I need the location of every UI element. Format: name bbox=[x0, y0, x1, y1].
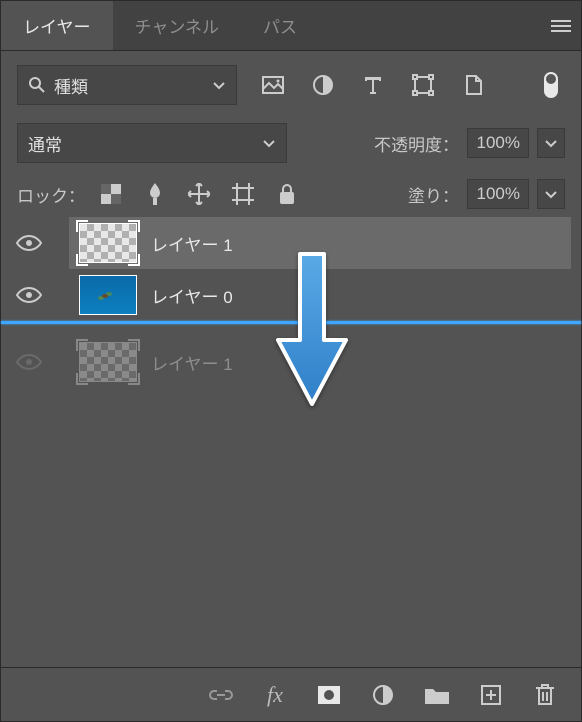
blend-mode-label: 通常 bbox=[28, 131, 262, 156]
eye-icon bbox=[16, 353, 42, 371]
layer-body: レイヤー 1 bbox=[69, 336, 571, 388]
fill-dropdown-button[interactable] bbox=[537, 179, 565, 209]
opacity-value[interactable]: 100% bbox=[467, 128, 529, 158]
layer-thumbnail[interactable] bbox=[79, 275, 137, 315]
lock-icons bbox=[97, 180, 301, 208]
link-layers-icon[interactable] bbox=[207, 681, 235, 709]
filter-kind-dropdown[interactable]: 種類 bbox=[17, 65, 237, 105]
group-icon[interactable] bbox=[423, 681, 451, 709]
filter-smartobject-icon[interactable] bbox=[459, 71, 487, 99]
panel-menu-button[interactable] bbox=[541, 1, 581, 50]
trash-icon[interactable] bbox=[531, 681, 559, 709]
layer-thumbnail[interactable] bbox=[79, 342, 137, 382]
tab-paths[interactable]: パス bbox=[241, 1, 319, 50]
layer-style-icon[interactable]: fx bbox=[261, 681, 289, 709]
opacity-label: 不透明度： bbox=[374, 131, 459, 156]
eye-icon bbox=[16, 234, 42, 252]
layer-thumbnail[interactable] bbox=[79, 223, 137, 263]
fill-label: 塗り： bbox=[408, 182, 459, 207]
filter-adjustment-icon[interactable] bbox=[309, 71, 337, 99]
layer-item[interactable]: レイヤー 0 bbox=[1, 269, 581, 321]
lock-all-icon[interactable] bbox=[273, 180, 301, 208]
layers-panel: レイヤー チャンネル パス 種類 bbox=[0, 0, 582, 722]
layer-item[interactable]: レイヤー 1 bbox=[1, 336, 581, 388]
search-icon bbox=[28, 76, 46, 94]
layers-list: レイヤー 1 レイヤー 0 レイヤー 1 bbox=[1, 217, 581, 667]
filter-kind-label: 種類 bbox=[54, 73, 212, 98]
filter-icons bbox=[259, 71, 487, 99]
chevron-down-icon bbox=[262, 136, 276, 150]
new-layer-icon[interactable] bbox=[477, 681, 505, 709]
layer-name[interactable]: レイヤー 0 bbox=[151, 283, 233, 308]
lock-artboard-icon[interactable] bbox=[229, 180, 257, 208]
visibility-toggle[interactable] bbox=[1, 353, 57, 371]
tab-layers[interactable]: レイヤー bbox=[1, 1, 113, 50]
layer-mask-icon[interactable] bbox=[315, 681, 343, 709]
filter-shape-icon[interactable] bbox=[409, 71, 437, 99]
layer-item[interactable]: レイヤー 1 bbox=[1, 217, 581, 269]
adjustment-layer-icon[interactable] bbox=[369, 681, 397, 709]
visibility-toggle[interactable] bbox=[1, 234, 57, 252]
layer-body: レイヤー 0 bbox=[69, 269, 571, 321]
layer-name[interactable]: レイヤー 1 bbox=[151, 231, 233, 256]
lock-row: ロック： 塗り： 100% bbox=[1, 171, 581, 217]
chevron-down-icon bbox=[544, 136, 558, 150]
opacity-dropdown-button[interactable] bbox=[537, 128, 565, 158]
filter-row: 種類 bbox=[1, 51, 581, 115]
chevron-down-icon bbox=[212, 78, 226, 92]
lock-transparency-icon[interactable] bbox=[97, 180, 125, 208]
blend-mode-dropdown[interactable]: 通常 bbox=[17, 123, 287, 163]
filter-pixel-icon[interactable] bbox=[259, 71, 287, 99]
layer-name[interactable]: レイヤー 1 bbox=[151, 350, 233, 375]
eye-icon bbox=[16, 286, 42, 304]
layer-body: レイヤー 1 bbox=[69, 217, 571, 269]
layers-footer: fx bbox=[1, 667, 581, 721]
filter-toggle[interactable] bbox=[537, 71, 565, 99]
lock-position-icon[interactable] bbox=[185, 180, 213, 208]
chevron-down-icon bbox=[544, 187, 558, 201]
filter-type-icon[interactable] bbox=[359, 71, 387, 99]
tab-channels[interactable]: チャンネル bbox=[113, 1, 242, 50]
panel-tabbar: レイヤー チャンネル パス bbox=[1, 1, 581, 51]
blend-row: 通常 不透明度： 100% bbox=[1, 115, 581, 171]
visibility-toggle[interactable] bbox=[1, 286, 57, 304]
lock-paint-icon[interactable] bbox=[141, 180, 169, 208]
lock-label: ロック： bbox=[17, 182, 85, 207]
fill-value[interactable]: 100% bbox=[467, 179, 529, 209]
